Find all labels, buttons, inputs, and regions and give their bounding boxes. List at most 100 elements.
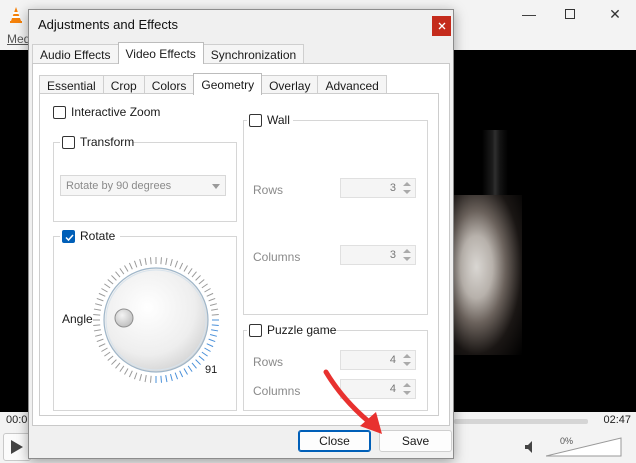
puzzle-checkbox[interactable] bbox=[249, 324, 262, 337]
wall-group bbox=[243, 120, 428, 315]
dial-tick bbox=[133, 260, 138, 268]
dial-tick bbox=[124, 368, 129, 375]
menu-media[interactable]: Med bbox=[7, 32, 30, 46]
dial-tick bbox=[107, 355, 114, 361]
spin-arrows-icon bbox=[403, 249, 411, 261]
puzzle-rows-spinbox[interactable]: 4 bbox=[340, 350, 416, 370]
dial-tick bbox=[201, 283, 208, 289]
dial-tick bbox=[139, 373, 142, 381]
dial-tick bbox=[144, 257, 147, 265]
transform-select-value: Rotate by 90 degrees bbox=[66, 180, 172, 192]
tab-overlay[interactable]: Overlay bbox=[261, 75, 319, 95]
maximize-icon[interactable] bbox=[558, 4, 582, 24]
time-total: 02:47 bbox=[603, 414, 631, 426]
dial-tick bbox=[179, 370, 184, 378]
dial-tick bbox=[179, 262, 184, 270]
dial-tick bbox=[128, 370, 133, 378]
dial-tick bbox=[209, 334, 217, 337]
wall-rows-value: 3 bbox=[389, 182, 396, 194]
tab-colors[interactable]: Colors bbox=[143, 75, 195, 95]
volume-slider[interactable]: 0% bbox=[546, 436, 622, 457]
wall-legend: Wall bbox=[247, 113, 293, 129]
video-frame-subject bbox=[452, 195, 522, 355]
dial-tick bbox=[104, 283, 111, 289]
minimize-icon[interactable]: — bbox=[517, 4, 541, 24]
rotate-checkbox[interactable] bbox=[62, 230, 75, 243]
rotate-label: Rotate bbox=[80, 229, 116, 243]
wall-rows-spinbox[interactable]: 3 bbox=[340, 178, 416, 198]
dial-tick bbox=[93, 329, 101, 332]
window-close-icon[interactable]: ✕ bbox=[603, 4, 627, 24]
puzzle-rows-value: 4 bbox=[389, 354, 396, 366]
dial-tick bbox=[133, 372, 138, 380]
dial-tick bbox=[187, 365, 193, 372]
dial-tick bbox=[211, 329, 219, 332]
dial-tick bbox=[183, 368, 188, 375]
tab-crop[interactable]: Crop bbox=[102, 75, 145, 95]
dial-tick bbox=[93, 314, 101, 316]
spin-arrows-icon bbox=[403, 182, 411, 194]
tab-geometry[interactable]: Geometry bbox=[193, 73, 263, 95]
top-tabbar: Audio Effects Video Effects Synchronizat… bbox=[32, 42, 305, 64]
dial-tick bbox=[160, 375, 162, 383]
dial-tick bbox=[191, 271, 197, 278]
rotate-legend: Rotate bbox=[60, 229, 120, 245]
chevron-down-icon bbox=[212, 184, 220, 189]
seek-bar[interactable] bbox=[454, 419, 588, 424]
dial-tick bbox=[191, 362, 197, 369]
dial-tick bbox=[209, 303, 217, 306]
dial-tick bbox=[208, 297, 216, 302]
angle-value: 91 bbox=[205, 364, 218, 376]
dial-tick bbox=[170, 259, 173, 267]
dial-tick bbox=[170, 373, 173, 381]
dial-tick bbox=[183, 265, 188, 272]
interactive-zoom-checkbox[interactable] bbox=[53, 106, 66, 119]
dial-tick bbox=[150, 257, 152, 265]
dial-tick bbox=[206, 343, 214, 348]
volume-percent: 0% bbox=[560, 436, 574, 446]
dial-tick bbox=[101, 288, 108, 293]
speaker-icon[interactable] bbox=[524, 440, 538, 454]
dial-tick bbox=[211, 314, 219, 316]
dial-tick bbox=[115, 271, 121, 278]
dial-tick bbox=[107, 279, 114, 285]
dialog-close-button[interactable] bbox=[432, 16, 451, 36]
tab-essential[interactable]: Essential bbox=[39, 75, 104, 95]
dial-tick bbox=[201, 351, 208, 357]
dial-tick bbox=[101, 347, 108, 352]
dial-tick bbox=[165, 375, 168, 383]
vlc-cone-icon bbox=[10, 7, 22, 23]
dial-tick bbox=[165, 257, 168, 265]
spin-arrows-icon bbox=[403, 354, 411, 366]
time-elapsed: 00:0 bbox=[6, 414, 28, 426]
dial-tick bbox=[119, 365, 125, 372]
checkmark-icon bbox=[65, 234, 74, 242]
wall-checkbox[interactable] bbox=[249, 114, 262, 127]
wall-rows-label: Rows bbox=[253, 183, 284, 197]
tab-video-effects[interactable]: Video Effects bbox=[117, 42, 204, 64]
dial-tick bbox=[195, 359, 201, 365]
dial-handle[interactable] bbox=[114, 308, 134, 328]
wall-columns-spinbox[interactable]: 3 bbox=[340, 245, 416, 265]
dial-tick bbox=[104, 351, 111, 357]
dial-tick bbox=[93, 308, 101, 311]
tab-audio-effects[interactable]: Audio Effects bbox=[32, 44, 119, 64]
rotate-angle-dial[interactable] bbox=[91, 255, 221, 385]
close-icon bbox=[438, 22, 445, 30]
dial-tick bbox=[198, 355, 205, 361]
tab-synchronization[interactable]: Synchronization bbox=[202, 44, 305, 64]
transform-checkbox[interactable] bbox=[62, 136, 75, 149]
wall-label: Wall bbox=[267, 113, 290, 127]
dial-tick bbox=[96, 297, 104, 302]
dial-tick bbox=[144, 375, 147, 383]
dial-tick bbox=[187, 268, 193, 275]
dial-tick bbox=[124, 265, 129, 272]
annotation-arrow-icon bbox=[323, 369, 382, 434]
tab-advanced[interactable]: Advanced bbox=[317, 75, 387, 95]
volume-wedge bbox=[546, 437, 622, 457]
dial-tick bbox=[98, 292, 106, 297]
dial-tick bbox=[95, 334, 103, 337]
play-button[interactable] bbox=[3, 433, 31, 461]
dial-tick bbox=[96, 338, 104, 343]
transform-select[interactable]: Rotate by 90 degrees bbox=[60, 175, 226, 196]
